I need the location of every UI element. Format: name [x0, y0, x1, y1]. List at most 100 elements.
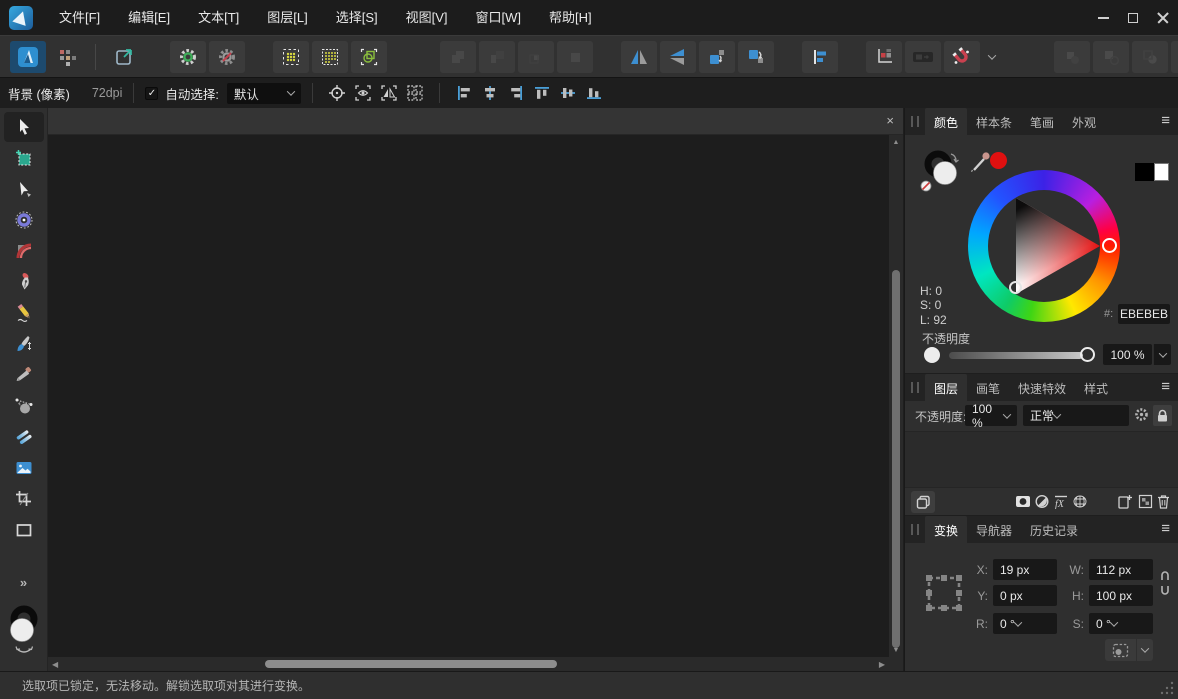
tab-color[interactable]: 颜色: [925, 108, 967, 135]
flip-horizontal-button[interactable]: [621, 41, 657, 73]
triangle-handle[interactable]: [1009, 281, 1022, 294]
tab-quick-fx[interactable]: 快速特效: [1009, 374, 1075, 401]
place-image-tool[interactable]: [4, 453, 44, 483]
tab-appearance[interactable]: 外观: [1063, 108, 1105, 135]
menu-help[interactable]: 帮助[H]: [535, 0, 606, 35]
menu-file[interactable]: 文件[F]: [45, 0, 114, 35]
layer-stack-options-button[interactable]: [911, 491, 935, 513]
boolean-intersect-button[interactable]: [518, 41, 554, 73]
export-persona-button[interactable]: [106, 41, 142, 73]
panel-menu-icon[interactable]: ≡: [1161, 520, 1170, 537]
tab-history[interactable]: 历史记录: [1021, 516, 1087, 543]
w-input[interactable]: 112 px: [1089, 559, 1153, 580]
minimize-button[interactable]: [1088, 0, 1118, 35]
align-left-button[interactable]: [451, 81, 477, 105]
transform-origin-dropdown[interactable]: [1137, 639, 1153, 661]
tab-swatches[interactable]: 样本条: [967, 108, 1021, 135]
default-bw-swatch[interactable]: [1135, 163, 1169, 181]
fill-stroke-selector[interactable]: [915, 146, 967, 199]
tab-stroke[interactable]: 笔画: [1021, 108, 1063, 135]
opacity-slider-handle[interactable]: [1080, 347, 1095, 362]
new-pixel-layer-button[interactable]: [1138, 494, 1153, 514]
align-middle-button[interactable]: [555, 81, 581, 105]
pen-tool[interactable]: [4, 267, 44, 297]
point-transform-tool[interactable]: [4, 205, 44, 235]
shear-dropdown[interactable]: 0 °: [1089, 613, 1153, 634]
adjustment-layer-button[interactable]: [1034, 494, 1050, 514]
tab-navigator[interactable]: 导航器: [967, 516, 1021, 543]
grid-axis-button[interactable]: [866, 41, 902, 73]
add-layer-button[interactable]: [1117, 494, 1133, 514]
snap-margins-button[interactable]: [273, 41, 309, 73]
knife-tool[interactable]: [4, 360, 44, 390]
snap-grid-button[interactable]: [312, 41, 348, 73]
menu-window[interactable]: 窗口[W]: [462, 0, 536, 35]
layer-opacity-dropdown[interactable]: 100 %: [965, 405, 1017, 426]
blend-options-button[interactable]: [1134, 407, 1149, 427]
vertical-scrollbar[interactable]: ▲ ▼: [889, 135, 903, 657]
panel-grip-icon[interactable]: [911, 116, 919, 127]
layer-effects-button[interactable]: fX: [1053, 494, 1069, 514]
scroll-up-icon[interactable]: ▲: [889, 139, 903, 146]
boolean-subtract-button[interactable]: [479, 41, 515, 73]
panel-menu-icon[interactable]: ≡: [1161, 112, 1170, 129]
alignment-button[interactable]: [802, 41, 838, 73]
transform-origin-toggle[interactable]: [324, 81, 350, 105]
tab-transform[interactable]: 变换: [925, 516, 967, 543]
x-input[interactable]: 19 px: [993, 559, 1057, 580]
replace-selection-button[interactable]: [1171, 41, 1178, 73]
h-input[interactable]: 100 px: [1089, 585, 1153, 606]
align-top-button[interactable]: [529, 81, 555, 105]
resize-grip-icon[interactable]: [1159, 680, 1175, 696]
toggle-disabled-button[interactable]: [905, 41, 941, 73]
cycle-selection-box-toggle[interactable]: [376, 81, 402, 105]
delete-layer-button[interactable]: [1157, 494, 1170, 514]
pencil-tool[interactable]: [4, 298, 44, 328]
canvas-viewport[interactable]: × ▲ ▼ ◀ ▶: [48, 108, 903, 671]
menu-view[interactable]: 视图[V]: [392, 0, 462, 35]
vector-crop-tool[interactable]: [4, 484, 44, 514]
snap-objects-button[interactable]: [351, 41, 387, 73]
tab-styles[interactable]: 样式: [1075, 374, 1117, 401]
autoselect-checkbox[interactable]: ✓: [145, 87, 158, 100]
transform-origin-button[interactable]: [1105, 639, 1136, 661]
designer-persona-button[interactable]: [10, 41, 46, 73]
scroll-right-icon[interactable]: ▶: [879, 658, 885, 671]
insert-inside-button[interactable]: [1054, 41, 1090, 73]
show-alignment-handles-toggle[interactable]: [402, 81, 428, 105]
panel-grip-icon[interactable]: [911, 382, 919, 393]
scroll-left-icon[interactable]: ◀: [52, 658, 58, 671]
align-right-button[interactable]: [503, 81, 529, 105]
layers-list[interactable]: [905, 431, 1178, 488]
picked-color-swatch[interactable]: [990, 152, 1007, 169]
lock-layer-button[interactable]: [1153, 405, 1172, 426]
opacity-slider-track[interactable]: [949, 352, 1083, 359]
corner-tool[interactable]: [4, 236, 44, 266]
align-bottom-button[interactable]: [581, 81, 607, 105]
move-tool[interactable]: [4, 112, 44, 142]
rectangle-tool[interactable]: [4, 515, 44, 545]
tab-layers[interactable]: 图层: [925, 374, 967, 401]
menu-layer[interactable]: 图层[L]: [253, 0, 321, 35]
panel-grip-icon[interactable]: [911, 524, 919, 535]
blend-mode-dropdown[interactable]: 正常: [1023, 405, 1129, 426]
boolean-divide-button[interactable]: [557, 41, 593, 73]
document-close-button[interactable]: ×: [886, 113, 894, 129]
align-center-button[interactable]: [477, 81, 503, 105]
live-filter-button[interactable]: [1072, 494, 1088, 514]
hex-input[interactable]: EBEBEB: [1118, 304, 1170, 324]
menu-edit[interactable]: 编辑[E]: [114, 0, 184, 35]
rotate-right-button[interactable]: [738, 41, 774, 73]
menu-select[interactable]: 选择[S]: [322, 0, 392, 35]
transparency-tool[interactable]: [4, 422, 44, 452]
hide-selection-toggle[interactable]: [350, 81, 376, 105]
settings-gear-button[interactable]: [170, 41, 206, 73]
hsl-triangle[interactable]: [968, 170, 1120, 322]
anchor-point-selector[interactable]: [925, 574, 963, 617]
pixel-persona-button[interactable]: [49, 41, 85, 73]
rotate-left-button[interactable]: [699, 41, 735, 73]
artboard-tool[interactable]: [4, 143, 44, 173]
panel-menu-icon[interactable]: ≡: [1161, 378, 1170, 395]
scroll-down-icon[interactable]: ▼: [889, 647, 903, 654]
hue-ring-handle[interactable]: [1102, 238, 1117, 253]
